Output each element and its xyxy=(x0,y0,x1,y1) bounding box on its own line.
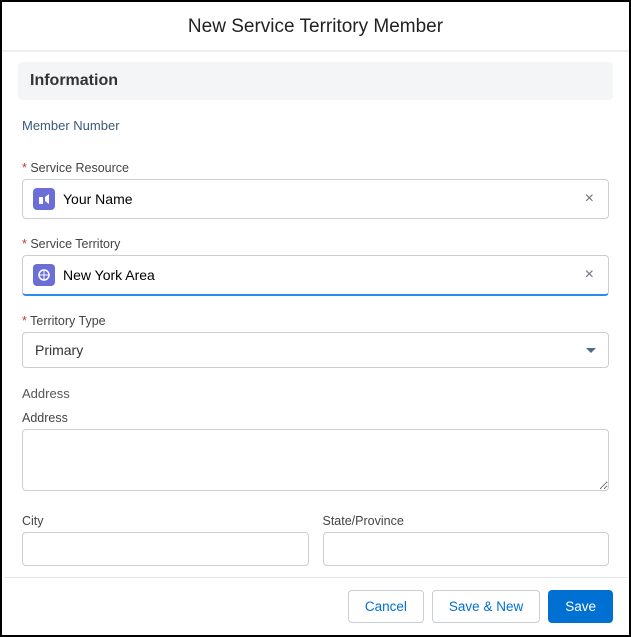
address-section: Address xyxy=(18,386,613,401)
save-button[interactable]: Save xyxy=(548,590,613,623)
territory-type-value: Primary xyxy=(35,342,83,358)
form-content: Information Member Number Service Resour… xyxy=(2,52,629,582)
field-service-resource: Service Resource Your Name × xyxy=(18,161,613,219)
field-service-territory: Service Territory New York Area × xyxy=(18,237,613,296)
address-input[interactable] xyxy=(22,429,609,491)
row-city-state: City State/Province xyxy=(18,514,613,566)
member-number-label: Member Number xyxy=(18,112,613,161)
section-title: Information xyxy=(30,72,601,90)
service-resource-label: Service Resource xyxy=(22,161,609,175)
address-label: Address xyxy=(22,411,609,425)
field-state: State/Province xyxy=(323,514,610,566)
city-input[interactable] xyxy=(22,532,309,566)
territory-icon xyxy=(33,264,55,286)
modal-footer: Cancel Save & New Save xyxy=(4,577,627,635)
territory-type-select[interactable]: Primary xyxy=(22,332,609,368)
chevron-down-icon xyxy=(586,348,596,353)
state-label: State/Province xyxy=(323,514,610,528)
field-address: Address xyxy=(18,411,613,496)
territory-type-label: Territory Type xyxy=(22,314,609,328)
city-label: City xyxy=(22,514,309,528)
service-resource-lookup[interactable]: Your Name × xyxy=(22,179,609,219)
resource-icon xyxy=(33,188,55,210)
service-territory-value: New York Area xyxy=(63,267,581,283)
service-territory-lookup[interactable]: New York Area × xyxy=(22,255,609,296)
address-section-label: Address xyxy=(22,386,609,401)
state-input[interactable] xyxy=(323,532,610,566)
clear-icon[interactable]: × xyxy=(581,266,598,284)
cancel-button[interactable]: Cancel xyxy=(348,590,424,623)
service-territory-label: Service Territory xyxy=(22,237,609,251)
field-territory-type: Territory Type Primary xyxy=(18,314,613,368)
clear-icon[interactable]: × xyxy=(581,190,598,208)
field-city: City xyxy=(22,514,309,566)
section-header-information: Information xyxy=(18,62,613,100)
service-resource-value: Your Name xyxy=(63,191,581,207)
modal-title: New Service Territory Member xyxy=(2,16,629,38)
modal-header: New Service Territory Member xyxy=(2,2,629,52)
save-and-new-button[interactable]: Save & New xyxy=(432,590,540,623)
